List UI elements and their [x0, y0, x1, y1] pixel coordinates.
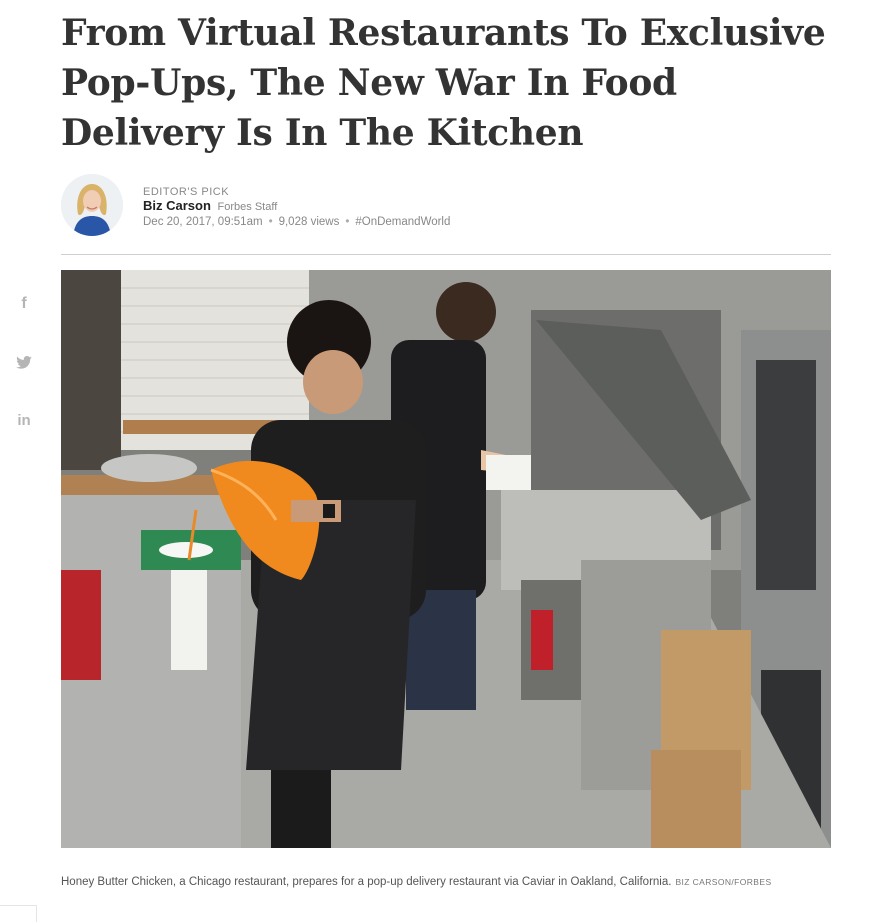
author-byline: Biz Carson Forbes Staff [143, 198, 277, 213]
photo-caption: Honey Butter Chicken, a Chicago restaura… [61, 871, 791, 893]
linkedin-icon: in [17, 411, 31, 429]
corner-widget [0, 905, 37, 922]
author-role: Forbes Staff [217, 201, 278, 213]
editors-pick-label: EDITOR'S PICK [143, 186, 230, 198]
publish-date: Dec 20, 2017, 09:51am [143, 216, 263, 228]
twitter-icon [16, 355, 32, 369]
meta-separator: • [268, 216, 273, 228]
meta-separator: • [345, 216, 350, 228]
facebook-share-button[interactable]: f [10, 290, 38, 318]
twitter-share-button[interactable] [10, 348, 38, 376]
facebook-icon: f [21, 295, 27, 312]
author-name[interactable]: Biz Carson [143, 198, 211, 213]
photo-credit: BIZ CARSON/FORBES [675, 877, 772, 887]
linkedin-share-button[interactable]: in [10, 406, 38, 434]
article-meta: Dec 20, 2017, 09:51am • 9,028 views • #OnDem… [143, 216, 450, 228]
hero-photo [61, 270, 831, 848]
author-avatar[interactable] [61, 174, 123, 236]
hashtag-link[interactable]: #OnDemandWorld [355, 216, 450, 228]
divider [61, 254, 831, 255]
article-headline: From Virtual Restaurants To Exclusive Po… [61, 12, 826, 154]
view-count: 9,028 views [278, 216, 340, 228]
caption-text: Honey Butter Chicken, a Chicago restaura… [61, 876, 672, 888]
